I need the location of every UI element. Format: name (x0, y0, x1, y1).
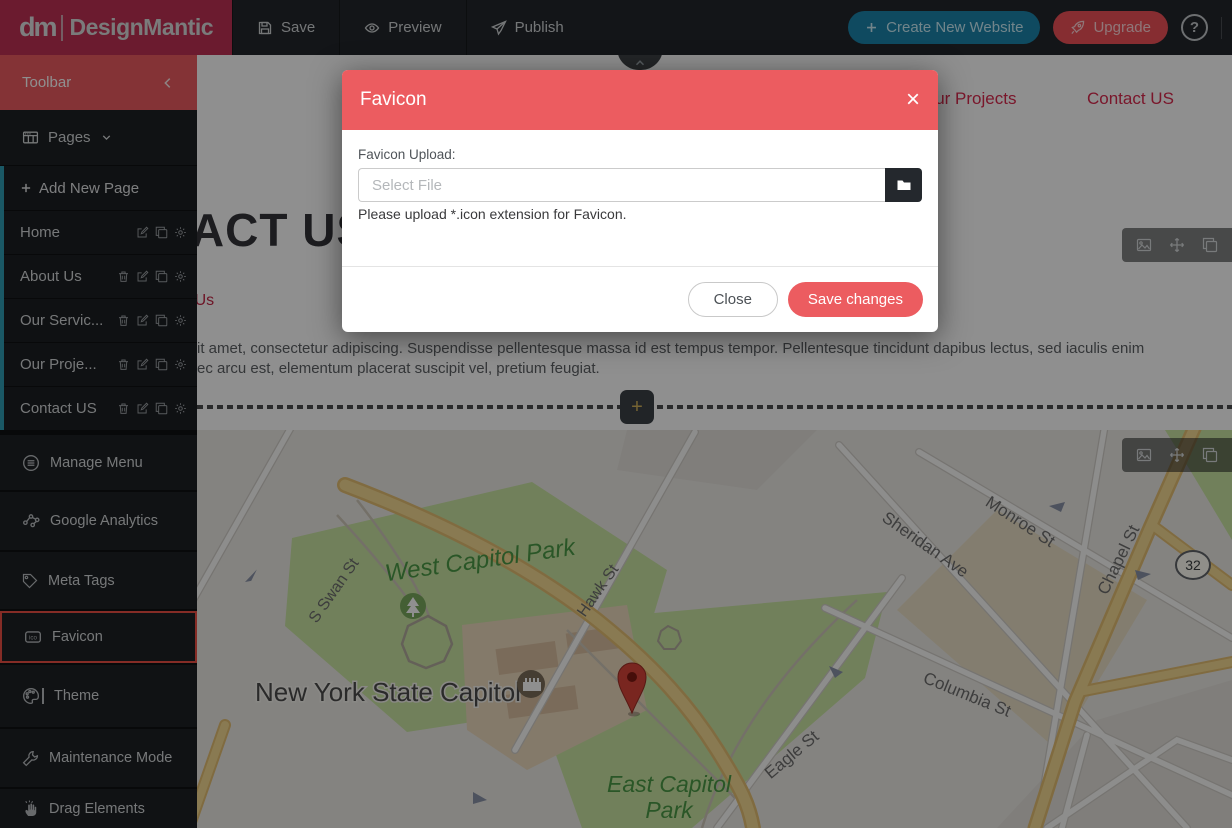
select-file-input[interactable] (358, 168, 885, 202)
file-input-group (358, 168, 922, 202)
favicon-modal: Favicon × Favicon Upload: Please upload … (342, 70, 938, 332)
favicon-modal-header: Favicon × (342, 70, 938, 130)
upload-note: Please upload *.icon extension for Favic… (358, 206, 922, 222)
folder-icon (896, 177, 912, 193)
save-changes-button[interactable]: Save changes (788, 282, 923, 317)
favicon-upload-label: Favicon Upload: (358, 147, 922, 162)
close-button[interactable]: Close (688, 282, 778, 317)
close-icon[interactable]: × (906, 88, 920, 112)
favicon-modal-body: Favicon Upload: Please upload *.icon ext… (342, 130, 938, 228)
modal-title: Favicon (360, 89, 427, 111)
design-mantic-editor: dm DesignMantic Save Preview Publish Cre… (0, 0, 1232, 828)
favicon-modal-footer: Close Save changes (342, 266, 938, 332)
browse-file-button[interactable] (885, 168, 922, 202)
